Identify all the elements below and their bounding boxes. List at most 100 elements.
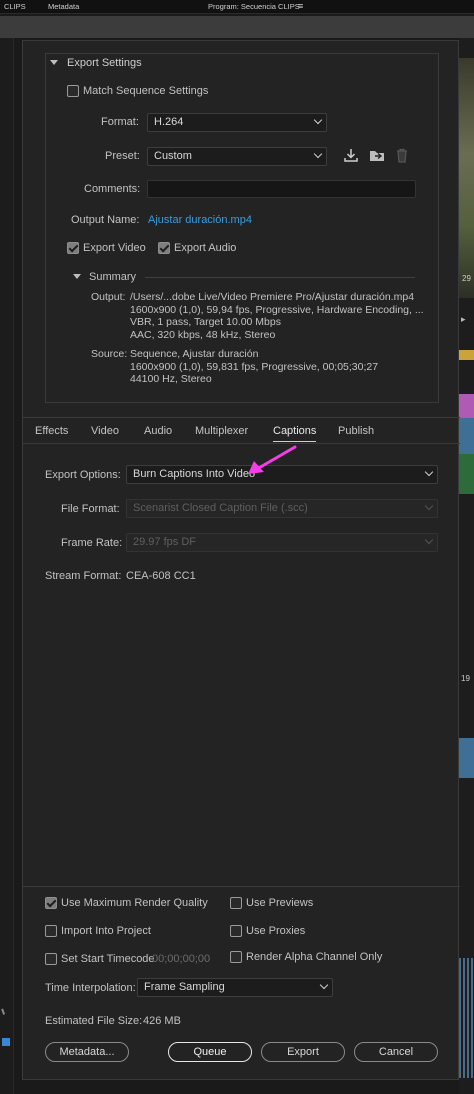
stream-format-label: Stream Format:: [45, 570, 122, 582]
export-options-label: Export Options:: [45, 469, 121, 481]
collapse-summary-icon[interactable]: [73, 274, 81, 279]
timeline-clip-blue-2: [459, 738, 474, 778]
estimated-file-size-label: Estimated File Size:: [45, 1015, 143, 1027]
export-audio-label[interactable]: Export Audio: [174, 242, 236, 254]
timeline-marker: [459, 350, 474, 360]
save-preset-icon[interactable]: [343, 147, 359, 163]
render-alpha-checkbox[interactable]: [230, 951, 242, 963]
chevron-down-icon: [313, 149, 323, 159]
use-proxies-checkbox[interactable]: [230, 925, 242, 937]
tab-effects[interactable]: Effects: [35, 425, 68, 437]
stream-format-value: CEA-608 CC1: [126, 570, 196, 582]
export-settings-header: Export Settings: [67, 57, 142, 69]
options-divider: [23, 886, 460, 887]
time-interpolation-label: Time Interpolation:: [45, 982, 136, 994]
import-into-project-checkbox[interactable]: [45, 925, 57, 937]
queue-button[interactable]: Queue: [168, 1042, 252, 1062]
export-settings-dialog: Export Settings Match Sequence Settings …: [22, 40, 460, 1080]
comments-input[interactable]: [147, 180, 416, 198]
export-audio-checkbox[interactable]: [158, 242, 170, 254]
file-format-value: Scenarist Closed Caption File (.scc): [133, 502, 308, 514]
set-start-timecode-checkbox[interactable]: [45, 953, 57, 965]
preset-select[interactable]: Custom: [147, 147, 327, 166]
audio-waveform: [459, 958, 474, 1078]
summary-divider: [145, 277, 415, 278]
delete-preset-icon[interactable]: [395, 147, 409, 163]
summary-source-line: 1600x900 (1,0), 59,831 fps, Progressive,…: [130, 360, 379, 373]
import-preset-icon[interactable]: [368, 147, 386, 163]
frame-rate-value: 29.97 fps DF: [133, 536, 196, 548]
summary-header: Summary: [89, 271, 137, 283]
timeline-clip-green: [459, 454, 474, 494]
frame-rate-select[interactable]: 29.97 fps DF: [126, 533, 438, 552]
preset-value: Custom: [154, 150, 192, 162]
file-format-select[interactable]: Scenarist Closed Caption File (.scc): [126, 499, 438, 518]
use-previews-checkbox[interactable]: [230, 897, 242, 909]
tab-clips[interactable]: CLIPS: [4, 2, 26, 11]
tab-audio[interactable]: Audio: [144, 425, 172, 437]
preview-image: [459, 58, 474, 298]
export-video-checkbox[interactable]: [67, 242, 79, 254]
use-proxies-label[interactable]: Use Proxies: [246, 925, 305, 937]
left-panel-edge: [0, 38, 14, 1094]
timeline-clip-pink: [459, 394, 474, 420]
tabs-top-divider: [23, 417, 460, 418]
summary-source-label: Source:: [91, 348, 128, 360]
marker-icon: [2, 1038, 10, 1046]
summary-output-text: /Users/...dobe Live/Video Premiere Pro/A…: [130, 291, 424, 341]
right-preview-strip: 29 ▸ 19: [459, 38, 474, 1094]
top-panel-bar: CLIPS Metadata Program: Secuencia CLIPS …: [0, 0, 474, 14]
export-options-value: Burn Captions Into Video: [133, 468, 256, 480]
hamburger-icon[interactable]: ≡: [298, 1, 303, 11]
play-icon[interactable]: ▸: [461, 314, 466, 325]
collapse-export-settings-icon[interactable]: [50, 60, 58, 65]
tab-metadata[interactable]: Metadata: [48, 2, 79, 11]
time-interpolation-select[interactable]: Frame Sampling: [137, 978, 333, 997]
summary-output-label: Output:: [91, 291, 126, 303]
tab-video[interactable]: Video: [91, 425, 119, 437]
match-sequence-checkbox[interactable]: [67, 85, 79, 97]
match-sequence-label[interactable]: Match Sequence Settings: [83, 85, 208, 97]
chevron-down-icon: [319, 980, 329, 990]
tab-multiplexer[interactable]: Multiplexer: [195, 425, 248, 437]
summary-source-line: Sequence, Ajustar duración: [130, 348, 259, 360]
max-render-quality-label[interactable]: Use Maximum Render Quality: [61, 897, 208, 909]
summary-output-line: 1600x900 (1,0), 59,94 fps, Progressive, …: [130, 303, 424, 316]
tabs-bottom-divider: [23, 443, 460, 444]
chevron-down-icon: [424, 467, 434, 477]
annotation-arrow-icon: [248, 445, 297, 474]
summary-source-line: 44100 Hz, Stereo: [130, 373, 212, 385]
timecode-fragment: 29: [462, 274, 471, 283]
format-label: Format:: [101, 116, 139, 128]
summary-output-line: VBR, 1 pass, Target 10.00 Mbps: [130, 316, 281, 328]
summary-output-line: AAC, 320 kbps, 48 kHz, Stereo: [130, 328, 276, 341]
preset-label: Preset:: [105, 150, 140, 162]
start-timecode-value: 00;00;00;00: [152, 953, 211, 965]
export-video-label[interactable]: Export Video: [83, 242, 146, 254]
output-name-link[interactable]: Ajustar duración.mp4: [148, 214, 252, 226]
use-previews-label[interactable]: Use Previews: [246, 897, 313, 909]
set-start-timecode-label[interactable]: Set Start Timecode: [61, 953, 155, 965]
estimated-file-size-value: 426 MB: [143, 1015, 181, 1027]
max-render-quality-checkbox[interactable]: [45, 897, 57, 909]
metadata-button[interactable]: Metadata...: [45, 1042, 129, 1062]
tab-program-monitor[interactable]: Program: Secuencia CLIPS: [208, 2, 300, 11]
handle-icon: [1, 1007, 9, 1015]
tab-captions[interactable]: Captions: [273, 425, 317, 442]
summary-output-line: /Users/...dobe Live/Video Premiere Pro/A…: [130, 291, 415, 303]
chevron-down-icon: [313, 115, 323, 125]
summary-source-text: Sequence, Ajustar duración 1600x900 (1,0…: [130, 348, 378, 386]
format-value: H.264: [154, 116, 184, 128]
cancel-button[interactable]: Cancel: [354, 1042, 438, 1062]
comments-label: Comments:: [84, 183, 141, 195]
import-into-project-label[interactable]: Import Into Project: [61, 925, 151, 937]
render-alpha-label[interactable]: Render Alpha Channel Only: [246, 951, 382, 963]
format-select[interactable]: H.264: [147, 113, 327, 132]
chevron-down-icon: [424, 535, 434, 545]
time-interpolation-value: Frame Sampling: [144, 981, 225, 993]
output-name-label: Output Name:: [71, 214, 140, 226]
timeline-clip-blue: [459, 418, 474, 454]
dialog-titlebar: [0, 16, 474, 38]
export-button[interactable]: Export: [261, 1042, 345, 1062]
tab-publish[interactable]: Publish: [338, 425, 374, 437]
